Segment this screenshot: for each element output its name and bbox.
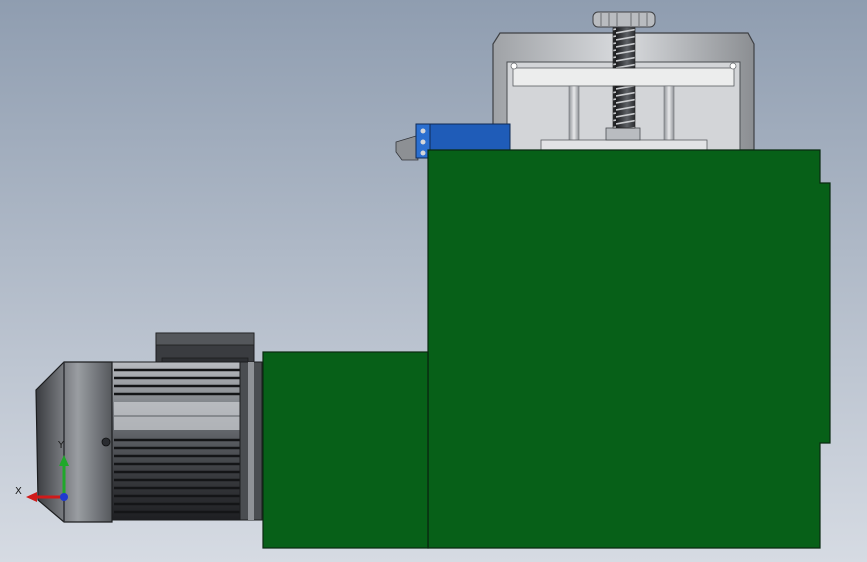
lead-screw-upper <box>612 23 636 69</box>
clamp-screw-1 <box>420 128 426 134</box>
triad-y-label: Y <box>58 440 65 451</box>
triad-x-label: X <box>15 486 22 497</box>
housing-motor-flange <box>262 351 429 549</box>
housing-main-block <box>427 149 831 549</box>
adjuster-top-plate <box>512 67 735 87</box>
adjuster-carriage <box>540 139 708 151</box>
top-adjuster-assembly[interactable] <box>492 11 755 151</box>
cad-viewport[interactable]: X Y <box>0 0 867 562</box>
clamp-screw-3 <box>420 150 426 156</box>
triad-origin-z-icon <box>60 493 68 501</box>
frame-bolt-left <box>510 62 518 70</box>
frame-bolt-right <box>729 62 737 70</box>
handwheel-knob[interactable] <box>592 11 656 28</box>
lead-screw-lower <box>612 85 636 129</box>
motor-grease-nipple <box>101 437 111 447</box>
carriage-nut <box>605 127 641 141</box>
clamp-screw-2 <box>420 139 426 145</box>
model-scene[interactable] <box>0 0 867 562</box>
